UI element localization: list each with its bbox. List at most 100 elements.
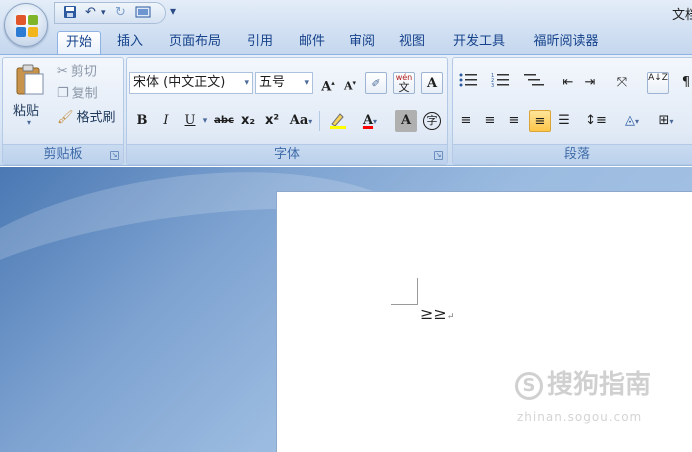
justify-icon: ≡ [534, 114, 546, 129]
phonetic-char: 文 [398, 81, 410, 94]
paint-bucket-icon: ◬ [624, 113, 635, 128]
chevron-down-icon: ▾ [304, 78, 309, 88]
character-border-button[interactable]: A [421, 72, 443, 94]
numbering-button[interactable]: 123 [487, 72, 517, 94]
bold-button[interactable]: B [131, 110, 153, 132]
watermark: S 搜狗指南 [515, 364, 651, 401]
sort-icon: A↓Z [648, 73, 668, 83]
subscript-button[interactable]: x₂ [237, 110, 259, 132]
paragraph-mark-icon: ¶ [681, 75, 691, 90]
borders-icon: ⊞ [658, 113, 670, 128]
save-icon[interactable] [63, 5, 77, 21]
font-group-label: 字体 [127, 144, 447, 164]
print-preview-icon[interactable] [135, 5, 151, 21]
line-spacing-button[interactable]: ↕≡ [581, 110, 611, 132]
change-case-icon: Aa [289, 113, 309, 128]
clear-formatting-button[interactable]: ✐ [365, 72, 387, 94]
paste-button[interactable]: 粘贴 ▾ [9, 62, 51, 134]
clipboard-launcher-icon[interactable]: ↘ [110, 151, 119, 160]
sort-button[interactable]: A↓Z [647, 72, 669, 94]
distributed-button[interactable]: ☰ [553, 110, 575, 132]
numbered-list-icon: 123 [491, 73, 509, 89]
shading-button[interactable]: ◬▾ [617, 110, 647, 132]
scissors-icon: ✂ [57, 64, 68, 79]
bullets-button[interactable] [455, 72, 485, 94]
enclose-characters-button[interactable]: 字 [421, 110, 443, 132]
tab-foxit-reader[interactable]: 福昕阅读器 [524, 31, 608, 54]
separator [319, 111, 320, 131]
character-border-icon: A [426, 76, 438, 91]
title-bar: ↶ ▾ ↻ ▾ 文档 [0, 0, 692, 28]
increase-indent-button[interactable]: ⇥ [579, 72, 601, 94]
clipboard-group-label: 剪贴板 [3, 144, 123, 164]
highlight-button[interactable] [323, 110, 353, 132]
strikethrough-button[interactable]: abc [213, 110, 235, 132]
decrease-indent-button[interactable]: ⇤ [557, 72, 579, 94]
office-button[interactable] [4, 3, 48, 47]
chinese-layout-button[interactable]: ⤧ [607, 72, 637, 94]
font-launcher-icon[interactable]: ↘ [434, 151, 443, 160]
tab-developer[interactable]: 开发工具 [444, 31, 514, 54]
align-left-button[interactable]: ≡ [455, 110, 477, 132]
tab-page-layout[interactable]: 页面布局 [160, 31, 230, 54]
show-marks-button[interactable]: ¶ [675, 72, 692, 94]
document-text[interactable]: ≥≥↵ [420, 304, 454, 323]
tab-view[interactable]: 视图 [392, 31, 432, 54]
ribbon-tabs: 开始 插入 页面布局 引用 邮件 审阅 视图 开发工具 福昕阅读器 [0, 28, 692, 54]
font-group: 宋体 (中文正文) ▾ 五号 ▾ A▴ A▾ ✐ wén 文 A B I U ▾ … [126, 57, 448, 165]
cut-label: 剪切 [70, 64, 97, 80]
superscript-button[interactable]: x² [261, 110, 283, 132]
shrink-font-icon: A [343, 79, 353, 93]
undo-dropdown-icon[interactable]: ▾ [101, 5, 106, 21]
watermark-url: zhinan.sogou.com [517, 410, 643, 424]
copy-button[interactable]: ❐ 复制 [57, 84, 98, 104]
format-painter-button[interactable]: 🖌 格式刷 [57, 108, 116, 128]
change-case-button[interactable]: Aa▾ [287, 110, 315, 132]
justify-button[interactable]: ≡ [529, 110, 551, 132]
increase-indent-icon: ⇥ [584, 75, 596, 90]
customize-qat-icon[interactable]: ▾ [170, 4, 176, 18]
font-name-value: 宋体 (中文正文) [133, 75, 226, 90]
font-name-combo[interactable]: 宋体 (中文正文) ▾ [129, 72, 253, 94]
align-center-button[interactable]: ≡ [479, 110, 501, 132]
multilevel-list-button[interactable] [519, 72, 549, 94]
tab-insert[interactable]: 插入 [110, 31, 150, 54]
clipboard-group: 粘贴 ▾ ✂ 剪切 ❐ 复制 🖌 格式刷 剪贴板 ↘ [2, 57, 124, 165]
tab-review[interactable]: 审阅 [342, 31, 382, 54]
align-right-button[interactable]: ≡ [503, 110, 525, 132]
svg-text:3: 3 [491, 83, 494, 88]
enclose-characters-icon: 字 [423, 112, 441, 130]
italic-button[interactable]: I [155, 110, 177, 132]
redo-icon[interactable]: ↻ [115, 5, 126, 21]
align-right-icon: ≡ [508, 113, 520, 128]
decrease-indent-icon: ⇤ [562, 75, 574, 90]
font-color-icon: A [362, 113, 374, 128]
copy-icon: ❐ [57, 86, 69, 101]
phonetic-guide-button[interactable]: wén 文 [393, 72, 415, 94]
watermark-text: 搜狗指南 [547, 370, 652, 400]
copy-label: 复制 [71, 86, 98, 102]
undo-icon[interactable]: ↶ [85, 5, 96, 21]
office-logo-icon [16, 15, 38, 37]
document-title: 文档 [672, 8, 692, 23]
tab-references[interactable]: 引用 [240, 31, 280, 54]
paste-dropdown-icon[interactable]: ▾ [27, 118, 31, 127]
font-size-combo[interactable]: 五号 ▾ [255, 72, 313, 94]
grow-font-button[interactable]: A▴ [317, 72, 339, 94]
font-color-button[interactable]: A▾ [355, 110, 385, 132]
margin-corner-mark [391, 278, 418, 305]
tab-mailings[interactable]: 邮件 [290, 31, 334, 54]
paste-label: 粘贴 [13, 104, 40, 119]
character-shading-button[interactable]: A [395, 110, 417, 132]
underline-dropdown-icon[interactable]: ▾ [199, 110, 211, 132]
borders-button[interactable]: ⊞▾ [651, 110, 681, 132]
cut-button[interactable]: ✂ 剪切 [57, 62, 97, 82]
shrink-font-button[interactable]: A▾ [339, 72, 361, 94]
clipboard-icon [16, 64, 44, 95]
line-spacing-icon: ↕≡ [585, 113, 607, 128]
tab-home[interactable]: 开始 [57, 31, 101, 54]
paragraph-mark: ↵ [446, 312, 455, 322]
document-page[interactable]: ≥≥↵ S 搜狗指南 zhinan.sogou.com [276, 191, 692, 452]
align-left-icon: ≡ [460, 113, 472, 128]
underline-button[interactable]: U [179, 110, 201, 132]
